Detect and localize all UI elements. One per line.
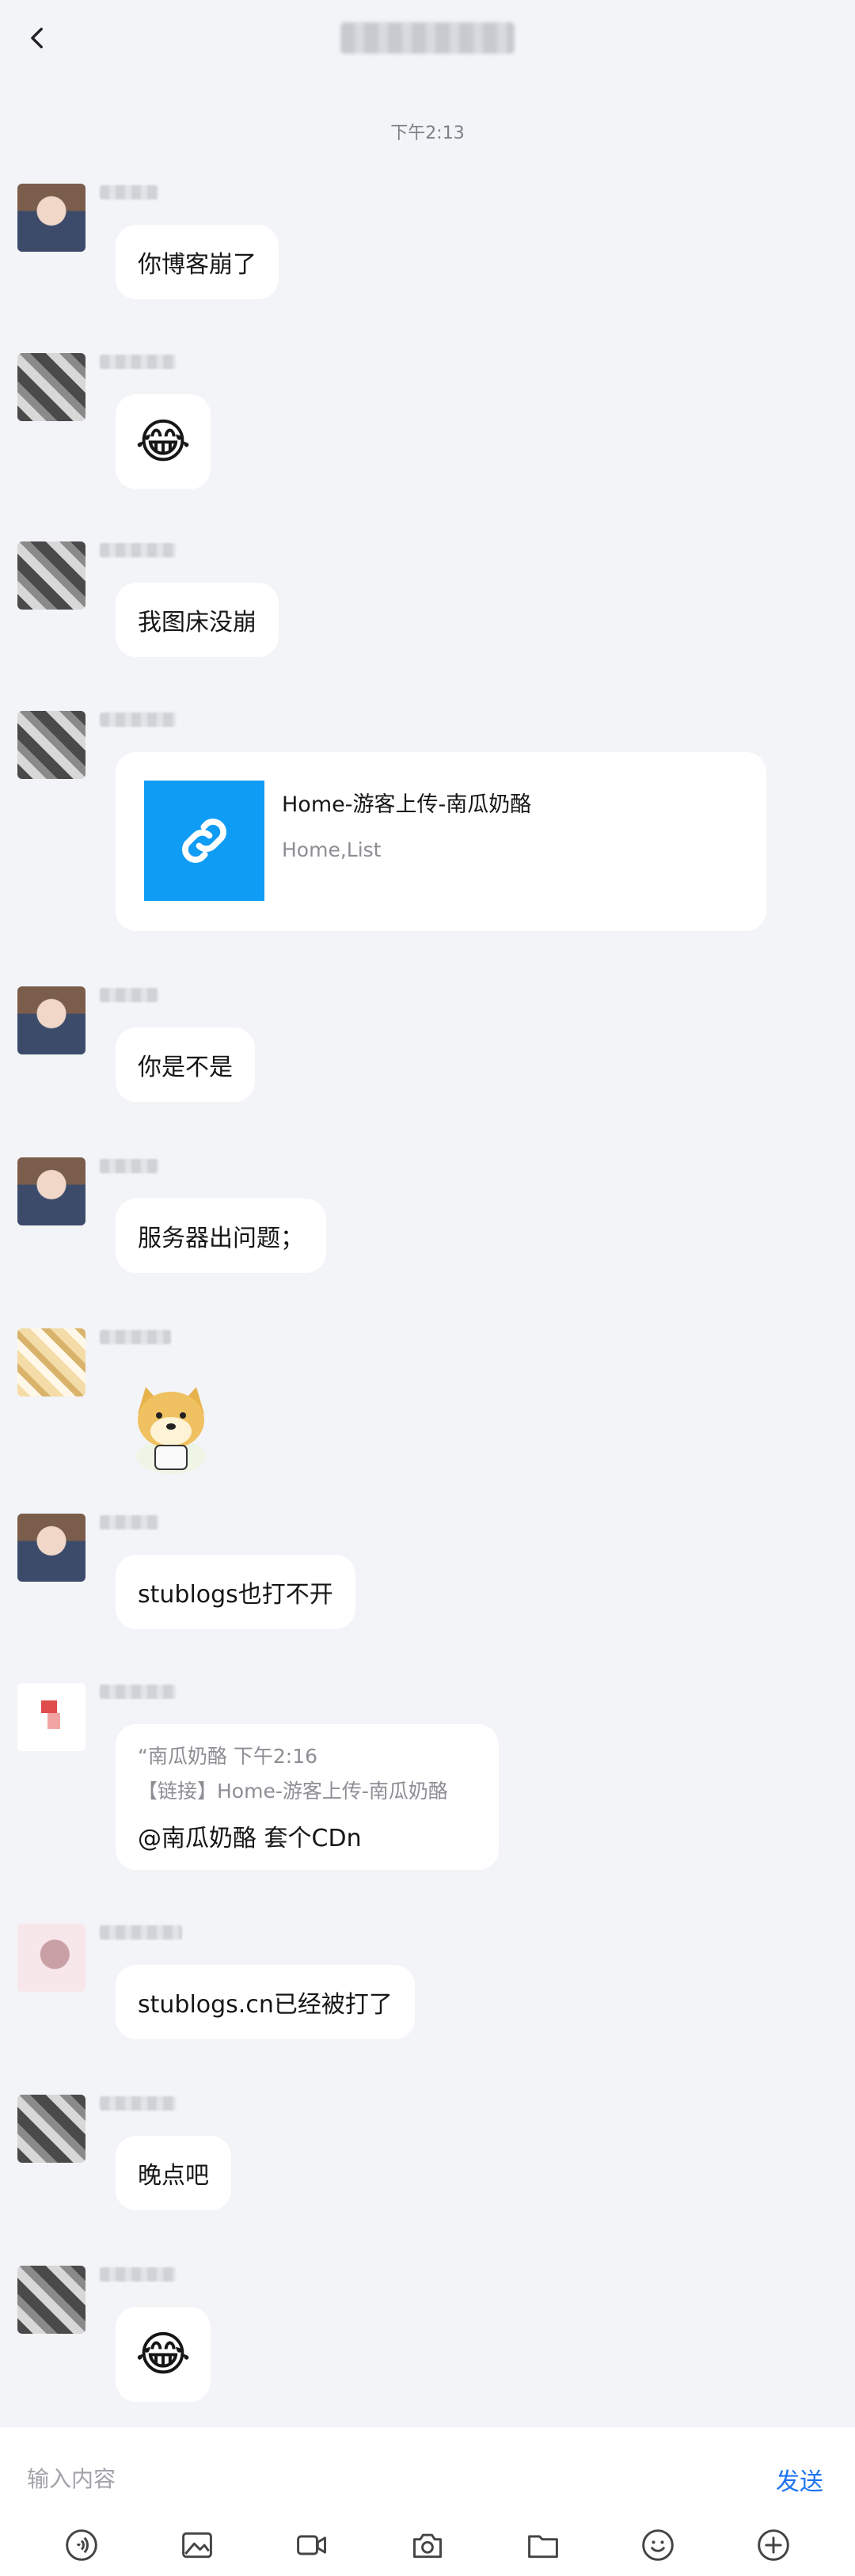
voice-button[interactable] xyxy=(63,2526,101,2564)
message-bubble[interactable]: 晚点吧 xyxy=(116,2136,231,2210)
message-bubble[interactable]: 你博客崩了 xyxy=(116,225,279,299)
message-text: 我图床没崩 xyxy=(138,609,256,636)
message-bubble[interactable]: stublogs也打不开 xyxy=(116,1555,355,1629)
camera-button[interactable] xyxy=(408,2526,446,2564)
chat-header xyxy=(0,0,855,76)
sender-name-blurred xyxy=(100,1685,176,1699)
message-text: stublogs.cn已经被打了 xyxy=(138,1991,393,2019)
message-text: stublogs也打不开 xyxy=(138,1581,333,1609)
avatar[interactable] xyxy=(17,353,86,421)
message-bubble[interactable]: 服务器出问题； xyxy=(116,1199,326,1273)
input-toolbar xyxy=(0,2514,855,2576)
message-text: 你是不是 xyxy=(138,1054,233,1081)
avatar[interactable] xyxy=(17,1157,86,1225)
message-text: 服务器出问题； xyxy=(138,1225,304,1252)
link-title: Home-游客上传-南瓜奶酪 xyxy=(282,792,532,817)
message-bubble[interactable]: 😂 xyxy=(116,394,211,489)
avatar[interactable] xyxy=(17,1924,86,1992)
avatar[interactable] xyxy=(17,2095,86,2163)
sender-name-blurred xyxy=(100,1330,171,1344)
video-button[interactable] xyxy=(293,2526,331,2564)
doge-sticker[interactable] xyxy=(116,1368,226,1479)
message-emoji: 😂 xyxy=(135,2327,192,2382)
sender-name-blurred xyxy=(100,543,176,557)
emoji-icon xyxy=(642,2529,674,2561)
message-emoji: 😂 xyxy=(135,414,192,469)
quote-content: 【链接】Home-游客上传-南瓜奶酪 xyxy=(138,1780,448,1803)
avatar[interactable] xyxy=(17,1683,86,1751)
voice-icon xyxy=(66,2529,97,2561)
emoji-button[interactable] xyxy=(639,2526,677,2564)
sender-name-blurred xyxy=(100,1925,182,1940)
avatar[interactable] xyxy=(17,2266,86,2334)
folder-button[interactable] xyxy=(524,2526,562,2564)
back-button[interactable] xyxy=(16,16,60,60)
image-icon xyxy=(181,2532,212,2559)
image-button[interactable] xyxy=(178,2526,216,2564)
message-text: @南瓜奶酪 套个CDn xyxy=(138,1825,362,1852)
quote-header: “南瓜奶酪 下午2:16 xyxy=(138,1745,318,1768)
sender-name-blurred xyxy=(100,2096,176,2111)
plus-icon xyxy=(758,2529,789,2561)
chevron-left-icon xyxy=(31,27,43,49)
message-bubble[interactable]: 你是不是 xyxy=(116,1028,255,1102)
input-area: 发送 xyxy=(0,2427,855,2576)
avatar[interactable] xyxy=(17,541,86,610)
avatar[interactable] xyxy=(17,711,86,779)
sender-name-blurred xyxy=(100,1515,158,1529)
video-icon xyxy=(297,2535,327,2555)
sender-name-blurred xyxy=(100,185,158,199)
avatar[interactable] xyxy=(17,986,86,1054)
avatar[interactable] xyxy=(17,1328,86,1396)
send-button[interactable]: 发送 xyxy=(776,2462,823,2497)
message-bubble[interactable]: stublogs.cn已经被打了 xyxy=(116,1965,415,2039)
link-icon xyxy=(182,819,226,863)
camera-icon xyxy=(412,2533,442,2559)
avatar[interactable] xyxy=(17,184,86,252)
quote-reply-bubble[interactable]: “南瓜奶酪 下午2:16 【链接】Home-游客上传-南瓜奶酪 @南瓜奶酪 套个… xyxy=(116,1724,499,1870)
sender-name-blurred xyxy=(100,355,176,369)
plus-button[interactable] xyxy=(754,2526,792,2564)
sender-name-blurred xyxy=(100,2267,176,2282)
folder-icon xyxy=(527,2535,558,2559)
sender-name-blurred xyxy=(100,1159,158,1173)
link-thumbnail xyxy=(144,781,264,901)
avatar[interactable] xyxy=(17,1514,86,1582)
chat-title-blurred xyxy=(340,22,515,54)
message-text: 你博客崩了 xyxy=(138,251,256,279)
sender-name-blurred xyxy=(100,712,176,727)
message-input[interactable] xyxy=(25,2459,722,2498)
timestamp: 下午2:13 xyxy=(390,123,465,143)
sender-name-blurred xyxy=(100,988,158,1002)
link-card[interactable]: Home-游客上传-南瓜奶酪 Home,List xyxy=(116,752,766,931)
message-bubble[interactable]: 我图床没崩 xyxy=(116,583,279,657)
link-subtitle: Home,List xyxy=(282,838,382,861)
message-text: 晚点吧 xyxy=(138,2162,209,2190)
message-bubble[interactable]: 😂 xyxy=(116,2307,211,2402)
